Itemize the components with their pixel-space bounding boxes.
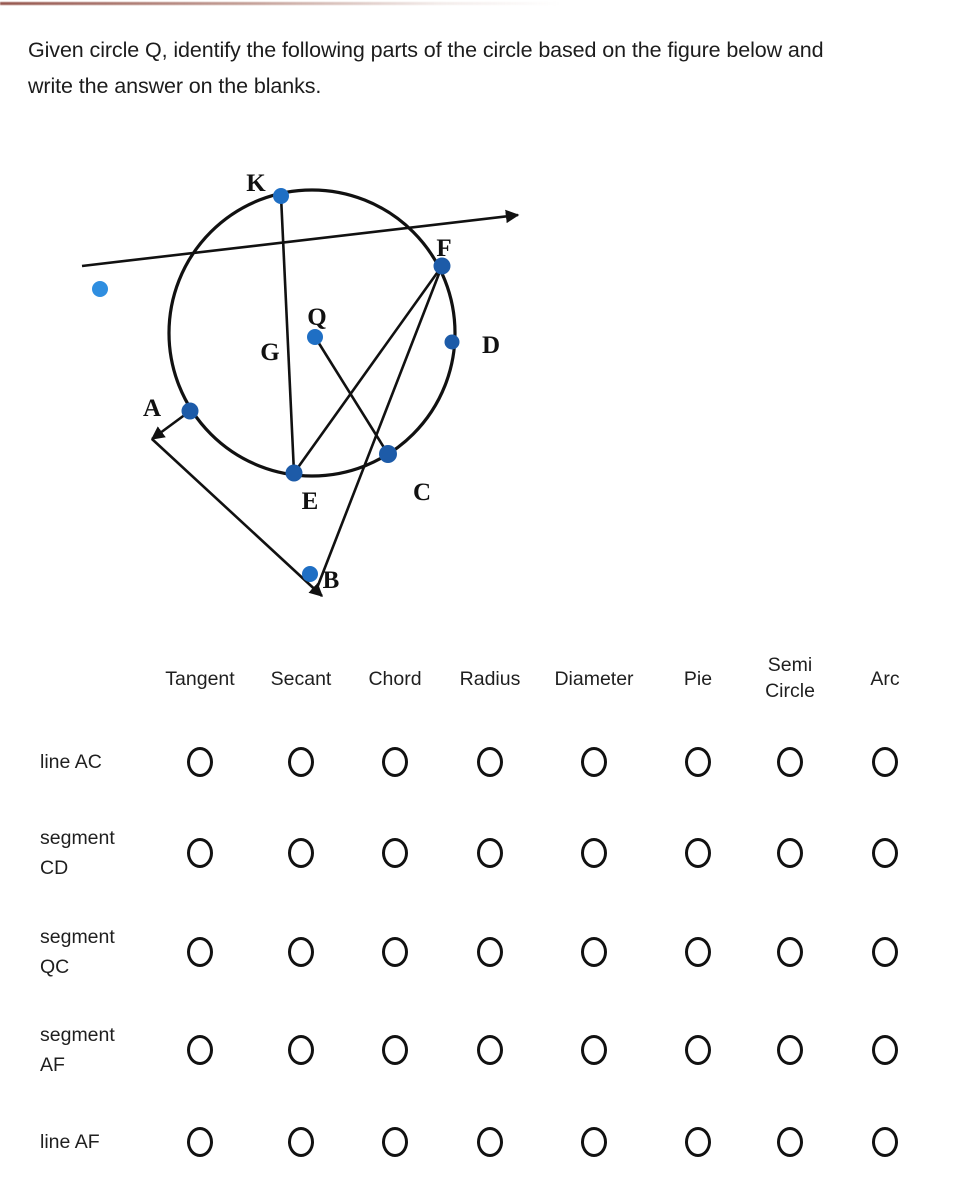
point-unlabeled-ray [92, 281, 108, 297]
radio-line af-diameter[interactable] [581, 1127, 607, 1157]
radio-segment-qc-radius[interactable] [477, 937, 503, 967]
point-label-F: F [436, 235, 451, 262]
radio-line ac-arc[interactable] [872, 747, 898, 777]
radio-segment-af-secant[interactable] [288, 1035, 314, 1065]
point-label-B: B [323, 567, 340, 594]
point-B [302, 566, 318, 582]
point-C [379, 445, 397, 463]
row-label-line ac: line AC [40, 751, 102, 773]
row-label-segment-cd: segment CD [40, 827, 115, 879]
radio-segment-af-pie[interactable] [685, 1035, 711, 1065]
row-label-segment-af: segment AF [40, 1024, 115, 1076]
secant-line-AF [81, 209, 520, 268]
radio-segment-af-radius[interactable] [477, 1035, 503, 1065]
radio-segment-qc-semi-circle[interactable] [777, 937, 803, 967]
page-title: Given circle Q, identify the following p… [28, 38, 824, 98]
radio-segment-qc-tangent[interactable] [187, 937, 213, 967]
row-label-line af: line AF [40, 1131, 100, 1153]
radio-segment-qc-chord[interactable] [382, 937, 408, 967]
segment-FCB [315, 265, 444, 589]
radio-line af-semi-circle[interactable] [777, 1127, 803, 1157]
column-header-arc: Arc [870, 668, 900, 690]
radio-line af-arc[interactable] [872, 1127, 898, 1157]
radio-line af-radius[interactable] [477, 1127, 503, 1157]
point-label-D: D [482, 332, 500, 359]
radio-line ac-tangent[interactable] [187, 747, 213, 777]
radio-line ac-secant[interactable] [288, 747, 314, 777]
radio-segment-cd-diameter[interactable] [581, 838, 607, 868]
radio-segment-qc-diameter[interactable] [581, 937, 607, 967]
radio-line ac-pie[interactable] [685, 747, 711, 777]
column-header-semi-circle: Semi Circle [765, 654, 815, 702]
point-label-E: E [302, 488, 319, 515]
chord-KE [279, 195, 296, 474]
column-header-chord: Chord [368, 668, 422, 690]
radio-line ac-diameter[interactable] [581, 747, 607, 777]
radio-segment-cd-radius[interactable] [477, 838, 503, 868]
column-header-radius: Radius [459, 668, 521, 690]
radio-segment-af-arc[interactable] [872, 1035, 898, 1065]
row-label-segment-qc: segment QC [40, 926, 115, 978]
radio-line af-tangent[interactable] [187, 1127, 213, 1157]
radio-segment-qc-pie[interactable] [685, 937, 711, 967]
radio-line af-chord[interactable] [382, 1127, 408, 1157]
column-header-tangent: Tangent [165, 668, 235, 690]
radio-segment-cd-secant[interactable] [288, 838, 314, 868]
circle-diagram: K Q G F D A E C B [0, 150, 560, 620]
radio-line af-pie[interactable] [685, 1127, 711, 1157]
point-E [285, 464, 303, 482]
radio-segment-cd-chord[interactable] [382, 838, 408, 868]
radio-line af-secant[interactable] [288, 1127, 314, 1157]
radio-segment-qc-secant[interactable] [288, 937, 314, 967]
radio-segment-cd-tangent[interactable] [187, 838, 213, 868]
point-A [181, 402, 199, 420]
radio-segment-af-semi-circle[interactable] [777, 1035, 803, 1065]
chord-EF [292, 265, 444, 474]
radio-segment-af-chord[interactable] [382, 1035, 408, 1065]
point-label-A: A [143, 395, 161, 422]
circle-diagram-svg: K Q G F D A E C B [81, 170, 520, 597]
scan-artifact [0, 2, 560, 5]
point-label-C: C [413, 479, 431, 506]
point-Q [307, 329, 323, 345]
point-label-G: G [260, 339, 279, 366]
column-header-pie: Pie [683, 668, 713, 690]
radio-segment-af-diameter[interactable] [581, 1035, 607, 1065]
answer-matrix: Tangent Secant Chord Radius Diameter Pie Semi … [0, 636, 973, 1196]
radio-segment-cd-semi-circle[interactable] [777, 838, 803, 868]
radio-segment-cd-arc[interactable] [872, 838, 898, 868]
tangent-line-AB [151, 438, 323, 597]
point-K [273, 188, 289, 204]
column-header-diameter: Diameter [554, 668, 634, 690]
column-header-secant: Secant [270, 668, 332, 690]
radio-line ac-semi-circle[interactable] [777, 747, 803, 777]
radio-line ac-radius[interactable] [477, 747, 503, 777]
radio-segment-af-tangent[interactable] [187, 1035, 213, 1065]
radio-segment-qc-arc[interactable] [872, 937, 898, 967]
radio-segment-cd-pie[interactable] [685, 838, 711, 868]
point-D [444, 334, 460, 350]
radio-line ac-chord[interactable] [382, 747, 408, 777]
point-label-K: K [246, 170, 266, 197]
point-label-Q: Q [307, 304, 326, 331]
